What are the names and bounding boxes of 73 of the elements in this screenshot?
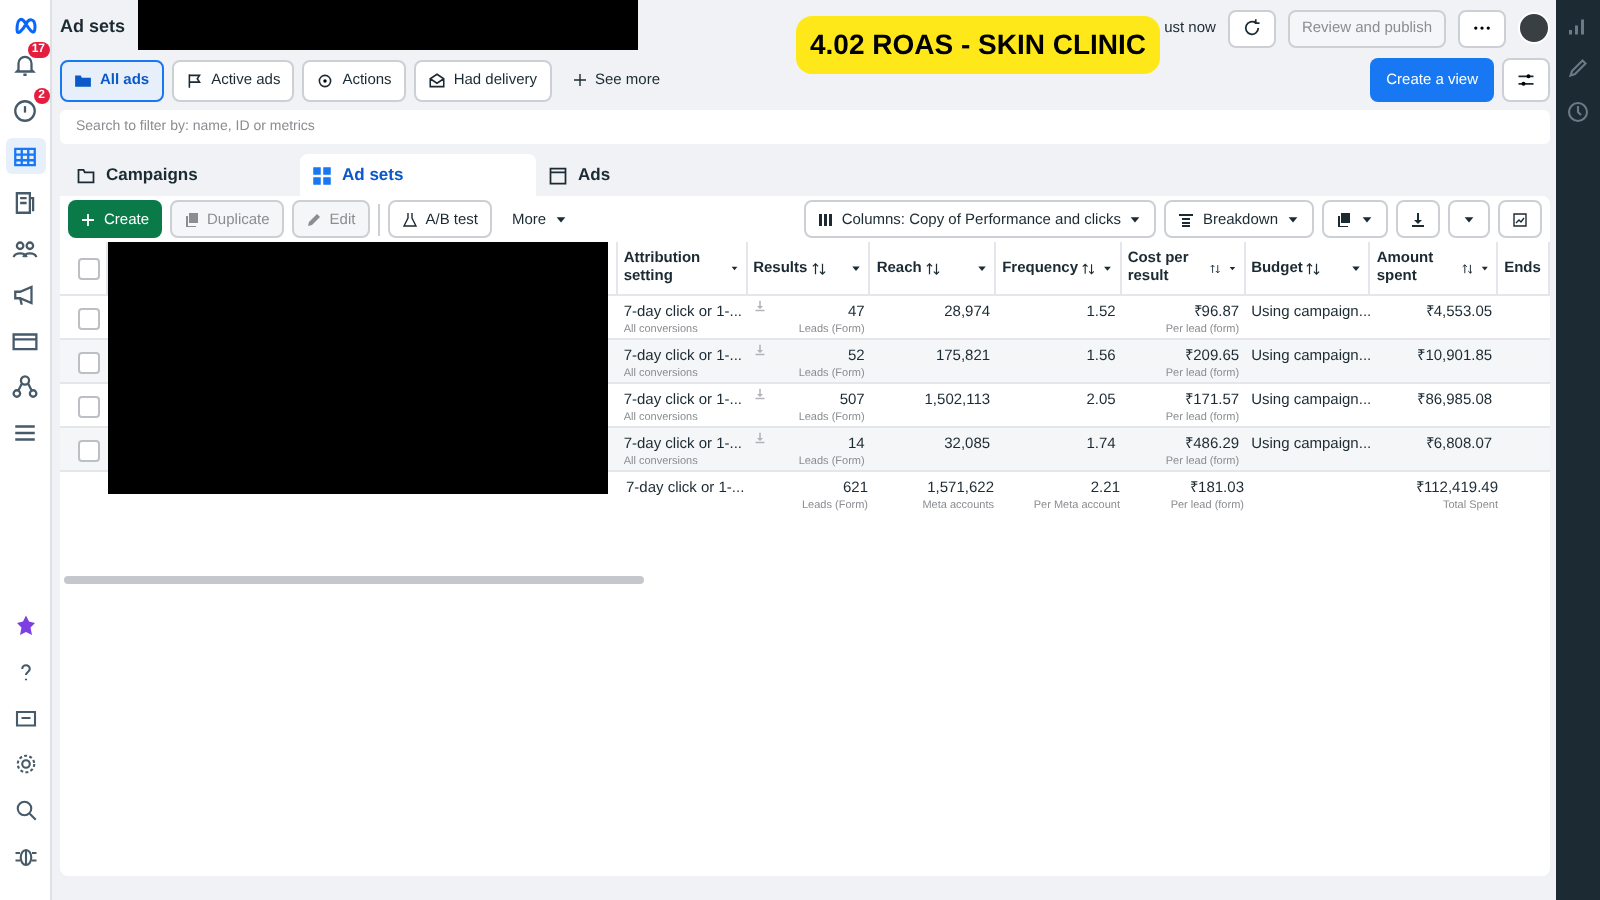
plus-icon — [571, 72, 587, 88]
clock-icon[interactable] — [1566, 100, 1590, 124]
columns-icon — [817, 211, 834, 227]
flag-icon — [185, 71, 204, 89]
network-icon[interactable] — [12, 373, 38, 399]
page-title: Ad sets — [60, 14, 126, 41]
sort-icon — [1209, 261, 1221, 275]
folder-icon — [74, 71, 92, 89]
sort-icon — [1461, 261, 1473, 275]
download-icon — [753, 344, 766, 356]
horizontal-scrollbar[interactable] — [64, 576, 644, 584]
report-icon[interactable] — [13, 706, 37, 730]
download-icon — [753, 388, 766, 400]
alert-circle-icon[interactable] — [12, 97, 38, 123]
copy-icon — [183, 211, 200, 227]
search-icon[interactable] — [13, 798, 37, 822]
settings-icon[interactable] — [13, 752, 37, 776]
pencil-icon[interactable] — [1566, 56, 1590, 80]
caption-banner: 4.02 ROAS - SKIN CLINIC — [796, 16, 1161, 74]
sort-icon — [811, 261, 826, 275]
caret-icon — [1360, 212, 1374, 226]
pencil-icon — [305, 211, 322, 227]
chart-button[interactable] — [1498, 200, 1542, 238]
envelope-icon — [427, 71, 446, 89]
select-all-checkbox[interactable] — [78, 257, 100, 279]
caret-icon[interactable] — [976, 262, 989, 274]
caret-icon[interactable] — [850, 262, 863, 274]
card-icon[interactable] — [12, 327, 38, 353]
folder-icon — [76, 165, 96, 185]
row-checkbox[interactable] — [78, 396, 100, 418]
chart-icon — [1512, 211, 1528, 227]
plus-icon — [80, 211, 96, 227]
sort-icon — [925, 261, 940, 275]
level-tab[interactable]: Ad sets — [300, 154, 536, 196]
refresh-icon — [1241, 18, 1262, 38]
download-icon — [1410, 211, 1426, 227]
sliders-icon — [1516, 70, 1536, 90]
bell-icon[interactable] — [12, 51, 38, 77]
caret-icon — [1462, 212, 1476, 226]
row-checkbox[interactable] — [78, 440, 100, 462]
row-checkbox[interactable] — [78, 308, 100, 330]
caret-icon[interactable] — [730, 262, 740, 274]
sort-icon — [1082, 261, 1095, 275]
caret-icon[interactable] — [1350, 262, 1363, 274]
grid-icon — [312, 165, 332, 185]
window-icon — [548, 165, 568, 185]
caret-icon — [1128, 212, 1143, 226]
megaphone-icon[interactable] — [12, 281, 38, 307]
caret-icon — [1286, 212, 1300, 226]
target-icon — [316, 71, 335, 89]
table-icon[interactable] — [12, 143, 38, 169]
document-icon[interactable] — [12, 189, 38, 215]
caret-icon[interactable] — [1480, 262, 1491, 274]
adjust-button[interactable] — [1502, 58, 1550, 102]
menu-icon[interactable] — [12, 419, 38, 445]
breakdown-icon — [1178, 211, 1195, 227]
level-tab[interactable]: Campaigns — [64, 154, 300, 196]
download-icon — [753, 432, 766, 444]
caret-icon[interactable] — [1102, 262, 1114, 274]
sort-icon — [1306, 261, 1321, 275]
row-checkbox[interactable] — [78, 352, 100, 374]
download-icon — [753, 300, 766, 312]
level-tab[interactable]: Ads — [536, 154, 772, 196]
caret-icon[interactable] — [1228, 262, 1238, 274]
bug-icon[interactable] — [13, 844, 37, 868]
copy-icon — [1336, 211, 1352, 227]
export-button[interactable] — [1396, 200, 1440, 238]
reports-dropdown[interactable] — [1322, 200, 1388, 238]
flask-icon — [401, 211, 418, 227]
people-icon[interactable] — [12, 235, 38, 261]
caret-icon — [554, 212, 569, 226]
refresh-button[interactable] — [1227, 9, 1276, 47]
avatar[interactable] — [1518, 12, 1550, 44]
